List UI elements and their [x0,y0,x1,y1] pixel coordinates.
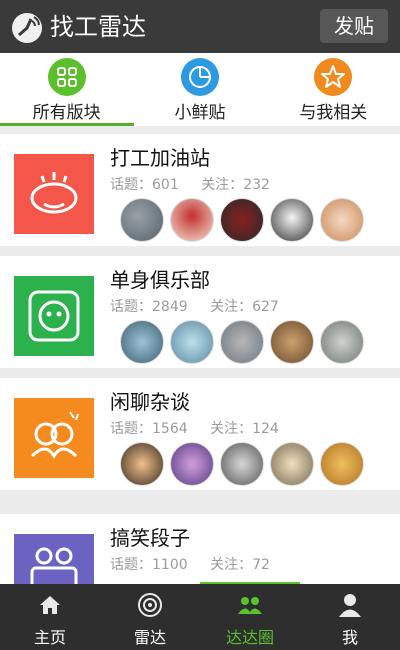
post-button[interactable]: 发贴 [320,9,388,43]
follows-count: 关注：627 [210,299,279,315]
avatar[interactable] [220,198,264,242]
radar-icon [138,593,162,617]
tab-all-boards[interactable]: 所有版块 [0,53,133,126]
tab-label: 与我相关 [299,103,368,123]
nav-label: 我 [341,628,358,647]
member-avatars [120,320,370,368]
avatar[interactable] [220,320,264,364]
tab-fresh-posts[interactable]: 小鲜贴 [133,53,266,126]
topics-count: 话题：1100 [110,557,188,573]
star-icon [314,58,353,96]
app-title: 找工雷达 [50,13,146,41]
member-avatars [120,442,370,490]
avatar[interactable] [170,442,214,486]
avatar[interactable] [170,320,214,364]
forum-card[interactable]: 打工加油站 话题：601 关注：232 [0,134,400,246]
forum-stats: 话题：2849 关注：627 [110,296,297,316]
avatar[interactable] [120,320,164,364]
nav-dada-circle[interactable]: 达达圈 [200,584,300,650]
topics-count: 话题：1564 [110,421,188,437]
avatar[interactable] [120,198,164,242]
member-avatars [120,198,370,246]
forum-name: 搞笑段子 [110,526,190,550]
grid-icon [47,58,86,96]
forum-name: 闲聊杂谈 [110,390,190,414]
app-header: 找工雷达 发贴 [0,0,400,53]
forum-card[interactable]: 闲聊杂谈 话题：1564 关注：124 [0,378,400,490]
avatar[interactable] [270,442,314,486]
active-tab-indicator [0,123,134,126]
avatar[interactable] [320,198,364,242]
avatar[interactable] [270,198,314,242]
forum-name: 打工加油站 [110,146,210,170]
nav-me[interactable]: 我 [300,584,400,650]
nav-radar[interactable]: 雷达 [100,584,200,650]
follows-count: 关注：232 [201,177,270,193]
home-icon [40,596,60,614]
follows-count: 关注：124 [210,421,279,437]
topics-count: 话题：2849 [110,299,188,315]
forum-stats: 话题：601 关注：232 [110,174,288,194]
forum-card[interactable]: 单身俱乐部 话题：2849 关注：627 [0,256,400,368]
follows-count: 关注：72 [210,557,270,573]
tab-bar: 所有版块 小鲜贴 与我相关 [0,53,400,126]
avatar[interactable] [120,442,164,486]
user-icon [339,594,361,617]
radar-logo-icon [10,11,44,45]
nav-label: 达达圈 [225,628,274,647]
face-icon [14,154,94,234]
avatar[interactable] [270,320,314,364]
tab-label: 小鲜贴 [174,103,226,123]
forum-name: 单身俱乐部 [110,268,210,292]
nav-label: 雷达 [133,628,166,647]
bottom-nav: 主页 雷达 达达圈 我 [0,584,400,650]
group-icon [238,597,262,614]
nav-home[interactable]: 主页 [0,584,100,650]
clock-chart-icon [180,58,219,96]
topics-count: 话题：601 [110,177,179,193]
tab-related-to-me[interactable]: 与我相关 [267,53,400,126]
forum-stats: 话题：1100 关注：72 [110,554,288,574]
tab-label: 所有版块 [32,103,101,123]
avatar[interactable] [320,320,364,364]
people-chat-icon [14,398,94,478]
forum-stats: 话题：1564 关注：124 [110,418,297,438]
avatar[interactable] [170,198,214,242]
avatar[interactable] [320,442,364,486]
nav-label: 主页 [33,628,66,647]
chat-smile-icon [14,276,94,356]
avatar[interactable] [220,442,264,486]
